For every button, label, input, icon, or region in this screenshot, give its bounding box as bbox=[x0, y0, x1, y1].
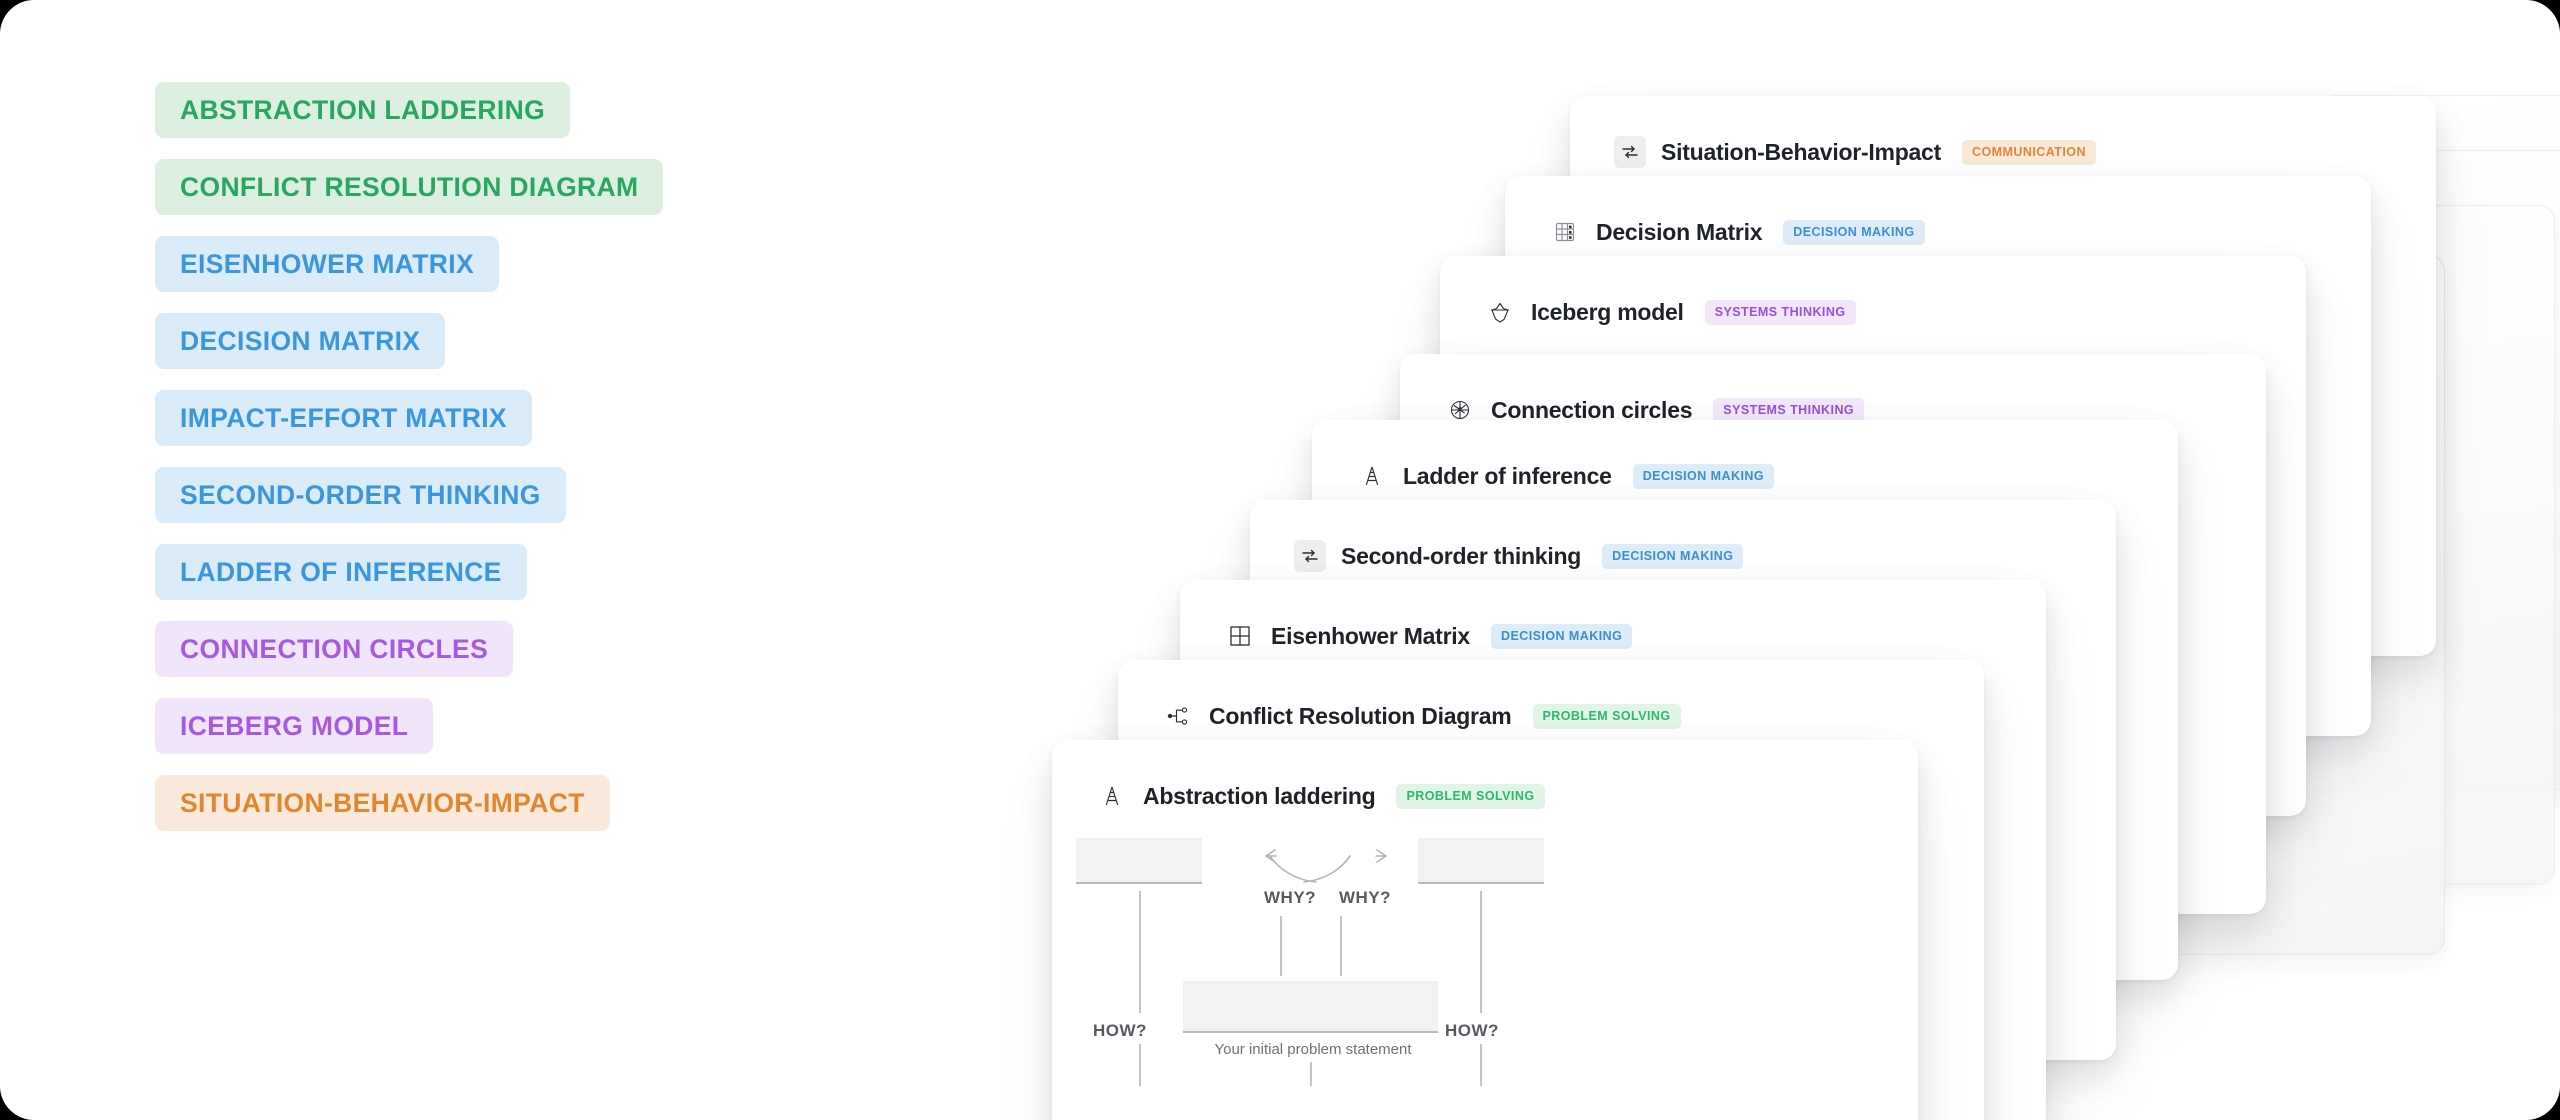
card-badge: DECISION MAKING bbox=[1783, 219, 1925, 245]
card-badge: DECISION MAKING bbox=[1490, 623, 1633, 649]
tag-pill-impact-effort-matrix[interactable]: IMPACT-EFFORT MATRIX bbox=[155, 390, 532, 446]
tag-pill-situation-behavior-impact[interactable]: SITUATION-BEHAVIOR-IMPACT bbox=[155, 775, 610, 831]
swap-arrows-icon bbox=[1614, 136, 1646, 168]
tag-pill-abstraction-laddering[interactable]: ABSTRACTION LADDERING bbox=[155, 82, 571, 138]
connector-line-bottom-left bbox=[1139, 1044, 1141, 1086]
table-grid-icon bbox=[1549, 216, 1581, 248]
connector-line-inner-right bbox=[1340, 916, 1342, 976]
card-title: Iceberg model bbox=[1531, 298, 1684, 325]
iceberg-icon bbox=[1484, 296, 1516, 328]
tag-pill-decision-matrix[interactable]: DECISION MATRIX bbox=[155, 313, 446, 369]
tag-pill-iceberg-model[interactable]: ICEBERG MODEL bbox=[155, 698, 434, 754]
quadrant-grid-icon bbox=[1224, 620, 1256, 652]
card-abstraction-laddering[interactable]: Abstraction laddering PROBLEM SOLVING WH… bbox=[1052, 740, 1918, 1120]
abstraction-box-right[interactable] bbox=[1418, 838, 1544, 884]
card-header: Abstraction laddering PROBLEM SOLVING bbox=[1052, 740, 1918, 826]
card-header: Iceberg model SYSTEMS THINKING bbox=[1440, 256, 2306, 342]
connector-line-outer-right bbox=[1480, 891, 1482, 1013]
page-root: ABSTRACTION LADDERING CONFLICT RESOLUTIO… bbox=[0, 0, 2560, 1120]
card-header: Ladder of inference DECISION MAKING bbox=[1312, 420, 2178, 506]
card-header: Situation-Behavior-Impact COMMUNICATION bbox=[1570, 96, 2436, 182]
card-badge: PROBLEM SOLVING bbox=[1532, 703, 1681, 729]
card-badge: PROBLEM SOLVING bbox=[1396, 783, 1545, 809]
tag-pill-conflict-resolution[interactable]: CONFLICT RESOLUTION DIAGRAM bbox=[155, 159, 664, 215]
why-arrow-right bbox=[1303, 849, 1387, 883]
node-branch-icon bbox=[1162, 700, 1194, 732]
card-badge: DECISION MAKING bbox=[1602, 543, 1744, 569]
card-header: Eisenhower Matrix DECISION MAKING bbox=[1180, 580, 2046, 666]
connector-line-bottom-right bbox=[1480, 1044, 1482, 1086]
connector-line-outer-left bbox=[1139, 891, 1141, 1013]
card-title: Second-order thinking bbox=[1341, 542, 1582, 569]
tag-pill-second-order-thinking[interactable]: SECOND-ORDER THINKING bbox=[155, 467, 566, 523]
problem-statement-caption: Your initial problem statement bbox=[1214, 1041, 1412, 1058]
card-badge: SYSTEMS THINKING bbox=[1713, 397, 1865, 423]
tag-pill-ladder-of-inference[interactable]: LADDER OF INFERENCE bbox=[155, 544, 527, 600]
abstraction-box-left[interactable] bbox=[1076, 838, 1202, 884]
card-title: Ladder of inference bbox=[1403, 462, 1612, 489]
technique-tag-list: ABSTRACTION LADDERING CONFLICT RESOLUTIO… bbox=[155, 82, 664, 831]
card-header: Decision Matrix DECISION MAKING bbox=[1505, 176, 2371, 262]
connector-line-bottom-center bbox=[1310, 1062, 1312, 1086]
ladder-icon bbox=[1096, 780, 1128, 812]
how-label-left: HOW? bbox=[1093, 1021, 1147, 1040]
card-title: Eisenhower Matrix bbox=[1271, 622, 1470, 649]
card-badge: SYSTEMS THINKING bbox=[1704, 299, 1856, 325]
why-label-right: WHY? bbox=[1339, 888, 1392, 907]
card-header: Conflict Resolution Diagram PROBLEM SOLV… bbox=[1118, 660, 1984, 746]
abstraction-laddering-diagram: WHY? WHY? Your initial problem statement… bbox=[1052, 826, 1918, 1086]
initial-problem-statement-box[interactable] bbox=[1183, 981, 1438, 1033]
connector-line-inner-left bbox=[1280, 916, 1282, 976]
card-badge: COMMUNICATION bbox=[1962, 139, 2096, 165]
tag-pill-eisenhower-matrix[interactable]: EISENHOWER MATRIX bbox=[155, 236, 500, 292]
card-title: Situation-Behavior-Impact bbox=[1661, 138, 1942, 165]
card-title: Decision Matrix bbox=[1596, 218, 1763, 245]
swap-arrows-icon bbox=[1294, 540, 1326, 572]
ladder-icon bbox=[1356, 460, 1388, 492]
card-title: Abstraction laddering bbox=[1143, 782, 1376, 809]
why-label-left: WHY? bbox=[1264, 888, 1317, 907]
tag-pill-connection-circles[interactable]: CONNECTION CIRCLES bbox=[155, 621, 514, 677]
card-title: Conflict Resolution Diagram bbox=[1209, 702, 1512, 729]
card-badge: DECISION MAKING bbox=[1632, 463, 1775, 489]
card-header: Second-order thinking DECISION MAKING bbox=[1250, 500, 2116, 586]
how-label-right: HOW? bbox=[1445, 1021, 1499, 1040]
